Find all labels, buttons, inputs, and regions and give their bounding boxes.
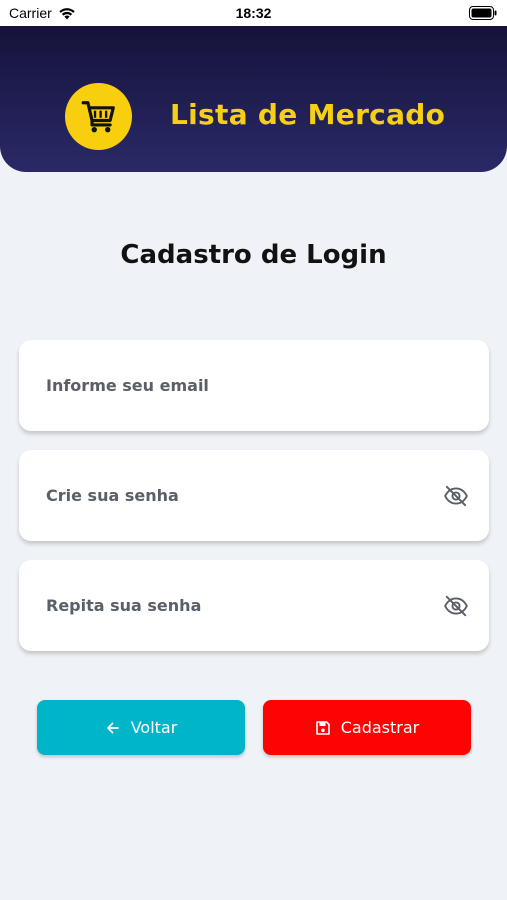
confirm-password-field[interactable] [19,560,489,651]
register-button-label: Cadastrar [340,718,420,737]
password-field[interactable] [19,450,489,541]
email-field[interactable] [19,340,489,431]
password-input[interactable] [19,450,489,541]
arrow-left-icon [106,722,119,733]
eye-off-icon[interactable] [443,483,469,509]
eye-off-icon[interactable] [443,593,469,619]
register-button[interactable]: Cadastrar [263,700,471,755]
status-bar: Carrier 18:32 [0,0,507,26]
back-button[interactable]: Voltar [37,700,245,755]
logo-badge [65,83,132,150]
email-input[interactable] [19,340,489,431]
confirm-password-input[interactable] [19,560,489,651]
battery-icon [469,6,497,20]
page-title: Cadastro de Login [120,240,387,270]
back-button-label: Voltar [130,718,178,737]
status-time: 18:32 [235,5,272,21]
shopping-cart-icon [81,100,115,132]
save-icon [315,720,330,735]
app-title: Lista de Mercado [170,98,446,131]
app-header: Lista de Mercado [0,26,507,172]
